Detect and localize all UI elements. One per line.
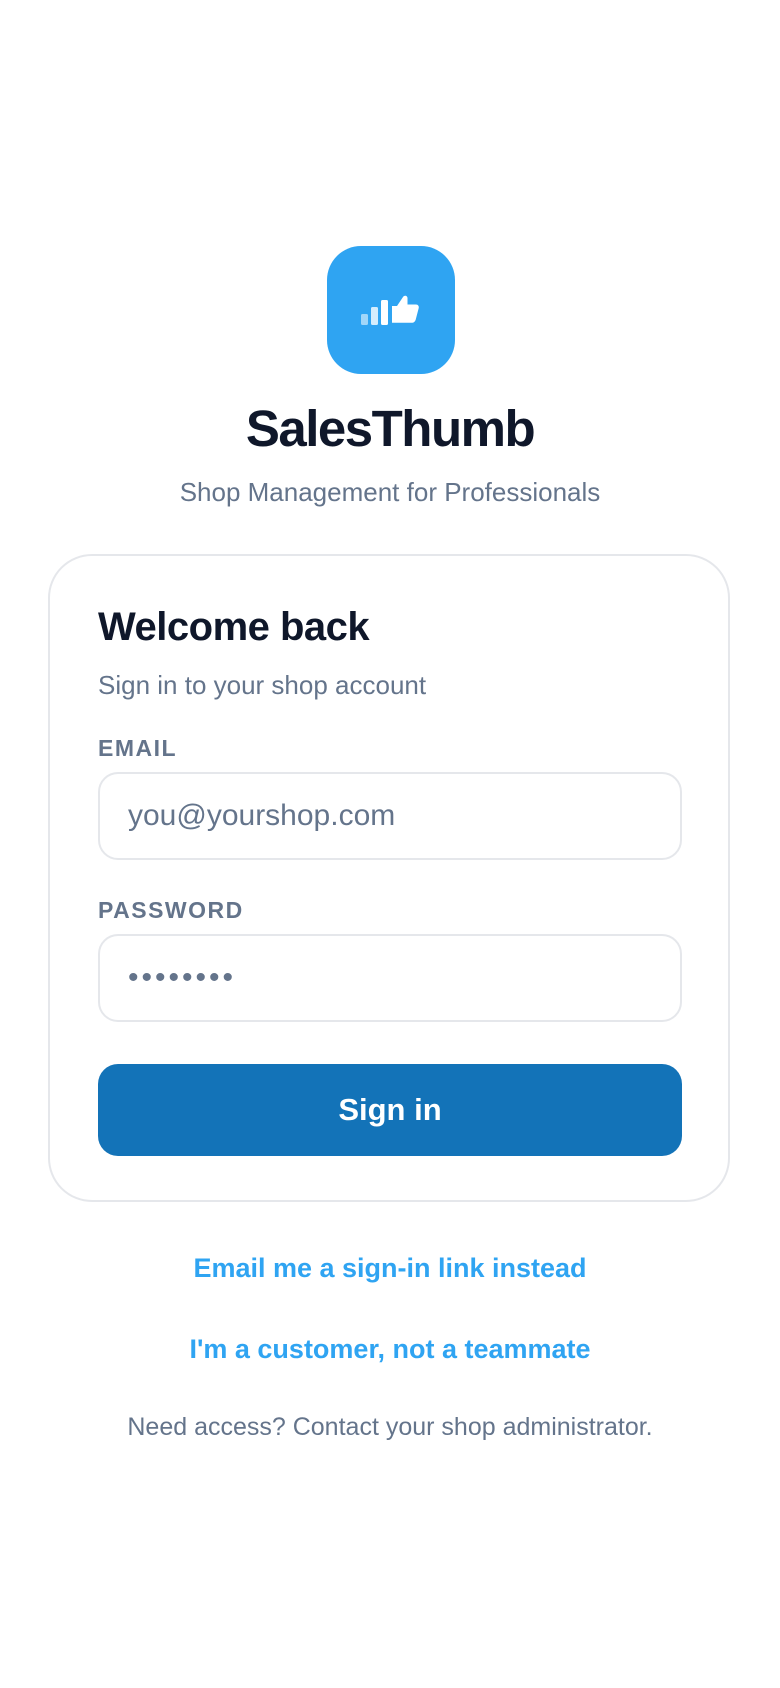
app-logo [327,246,455,374]
password-label: PASSWORD [98,897,244,923]
email-field-container[interactable] [98,772,682,860]
password-masked-value[interactable]: •••••••• [128,963,236,993]
customer-link[interactable]: I'm a customer, not a teammate [0,1331,780,1367]
access-note: Need access? Contact your shop administr… [127,1413,653,1441]
app-tagline: Shop Management for Professionals [179,477,601,507]
app-name: SalesThumb [245,400,536,457]
email-field[interactable] [128,799,652,833]
sign-in-button[interactable]: Sign in [98,1064,682,1156]
login-card: Welcome back Sign in to your shop accoun… [48,554,730,1202]
chart-thumbs-up-icon [361,295,419,325]
card-subtitle: Sign in to your shop account [98,670,427,700]
password-field[interactable]: •••••••• [98,934,682,1022]
email-sign-in-link[interactable]: Email me a sign-in link instead [0,1250,780,1286]
email-label: EMAIL [98,735,178,761]
card-title: Welcome back [98,605,370,649]
